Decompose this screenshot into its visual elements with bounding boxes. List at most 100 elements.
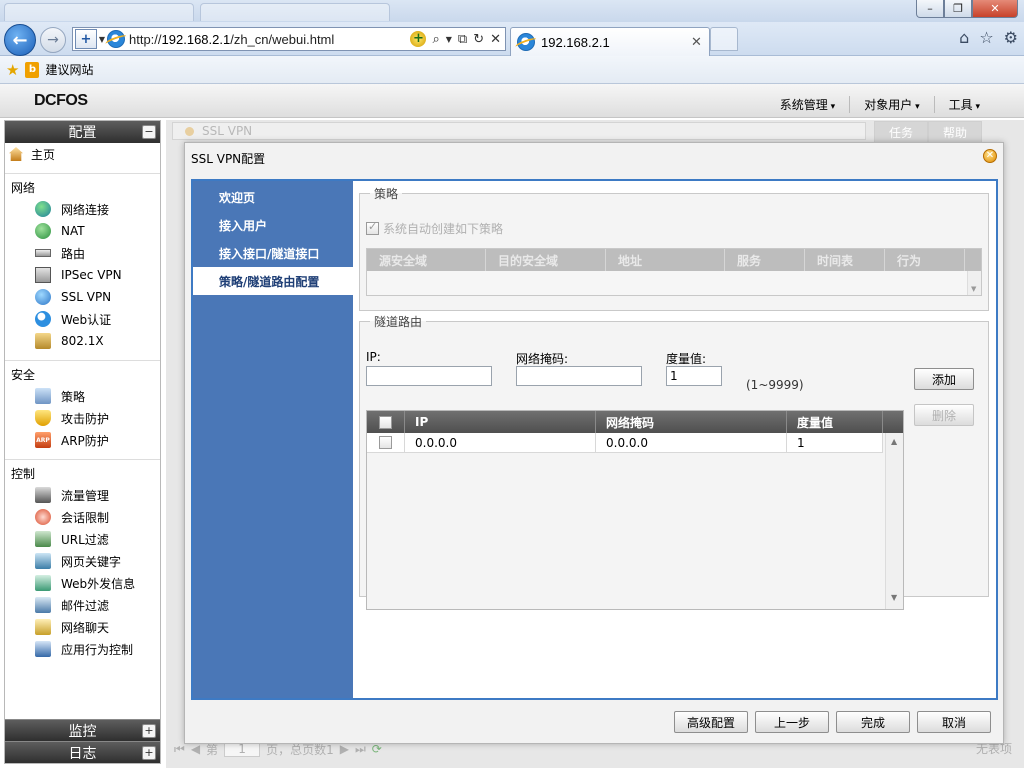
scroll-up-icon[interactable]: ▲	[891, 437, 897, 446]
sidebar-item[interactable]: 策略	[5, 385, 160, 407]
restore-button[interactable]: ❐	[944, 0, 972, 18]
sidebar-item[interactable]: Web认证	[5, 308, 160, 330]
refresh-icon[interactable]: ⟳	[372, 742, 382, 756]
sidebar-item[interactable]: 网络连接	[5, 198, 160, 220]
session-icon	[35, 509, 51, 525]
delete-route-button[interactable]: 删除	[914, 404, 974, 426]
policy-table-scrollbar[interactable]: ▼	[967, 271, 981, 295]
row-checkbox[interactable]	[379, 436, 392, 449]
settings-gear-icon[interactable]: ⚙	[1004, 28, 1018, 47]
monitor-panel-header[interactable]: 监控 +	[5, 719, 160, 741]
config-panel-header[interactable]: 配置 −	[5, 121, 160, 143]
log-panel-title: 日志	[68, 745, 97, 762]
tunnel-route-legend: 隧道路由	[374, 315, 423, 329]
traffic-icon	[35, 487, 51, 503]
route-table-scrollbar[interactable]: ▲ ▼	[885, 433, 903, 609]
wizard-step[interactable]: 欢迎页	[193, 183, 353, 211]
addon-icon[interactable]: +	[410, 31, 427, 47]
favorites-star-icon[interactable]: ☆	[979, 28, 993, 47]
row-select-cell	[367, 433, 405, 452]
prev-step-button[interactable]: 上一步	[755, 711, 829, 733]
finish-button[interactable]: 完成	[836, 711, 910, 733]
minimize-button[interactable]: –	[916, 0, 944, 18]
sidebar-item-label: 路由	[61, 246, 86, 261]
forward-icon[interactable]: →	[40, 27, 66, 53]
suggested-sites-link[interactable]: 建议网站	[45, 61, 93, 78]
auto-create-policy-label: 系统自动创建如下策略	[383, 222, 504, 236]
menu-object-users[interactable]: 对象用户	[849, 96, 933, 113]
sidebar-item-label: SSL VPN	[61, 290, 112, 304]
sidebar-section: 控制 流量管理 会话限制 URL过滤 网页关键字 Web外发信息 邮件过滤 网络聊天 应用行为控…	[5, 459, 160, 660]
ip-input[interactable]	[366, 366, 492, 386]
menu-system-admin[interactable]: 系统管理	[766, 96, 849, 113]
search-icon[interactable]: ⌕	[432, 32, 439, 47]
close-tab-icon[interactable]: ✕	[691, 35, 709, 50]
tab-tasks[interactable]: 任务	[874, 121, 929, 144]
prev-page-icon[interactable]: ◀	[191, 742, 200, 756]
tab-help[interactable]: 帮助	[928, 121, 983, 144]
address-bar[interactable]: + ▼ http://192.168.2.1/zh_cn/webui.html …	[72, 27, 506, 51]
expand-icon[interactable]: +	[142, 724, 156, 738]
close-icon[interactable]: ✕	[983, 149, 997, 163]
sidebar-item-label: 802.1X	[61, 334, 104, 348]
menu-tools[interactable]: 工具	[933, 96, 994, 113]
tunnel-route-group: 隧道路由 IP: 网络掩码: 度量值: (1~9999) 添加 删除 IP	[359, 313, 989, 610]
column-header-metric[interactable]: 度量值	[787, 411, 883, 433]
log-panel-header[interactable]: 日志 +	[5, 741, 160, 763]
sidebar-item[interactable]: Web外发信息	[5, 572, 160, 594]
wizard-step[interactable]: 策略/隧道路由配置	[193, 267, 353, 295]
add-route-button[interactable]: 添加	[914, 368, 974, 390]
column-header-netmask[interactable]: 网络掩码	[596, 411, 787, 433]
sidebar-item[interactable]: 邮件过滤	[5, 594, 160, 616]
next-page-icon[interactable]: ▶	[340, 742, 349, 756]
favorites-star-icon[interactable]: ★	[6, 61, 19, 79]
back-icon[interactable]: ←	[4, 24, 36, 56]
workspace-tab-ssl-vpn[interactable]: SSL VPN	[172, 122, 866, 140]
home-icon[interactable]: ⌂	[959, 28, 969, 47]
collapse-icon[interactable]: −	[142, 125, 156, 139]
ip-label: IP:	[366, 350, 381, 364]
compat-view-icon[interactable]: +	[75, 29, 97, 49]
sidebar-item[interactable]: 攻击防护	[5, 407, 160, 429]
sidebar-item-label: 会话限制	[61, 510, 110, 525]
close-window-button[interactable]: ✕	[972, 0, 1018, 18]
chevron-down-icon[interactable]: ▼	[446, 35, 452, 44]
netmask-input[interactable]	[516, 366, 642, 386]
sidebar-item[interactable]: 802.1X	[5, 330, 160, 352]
metric-input[interactable]	[666, 366, 722, 386]
scroll-down-icon[interactable]: ▼	[971, 285, 976, 293]
sidebar-item[interactable]: 应用行为控制	[5, 638, 160, 660]
sidebar-item[interactable]: IPSec VPN	[5, 264, 160, 286]
sidebar-item[interactable]: ARP ARP防护	[5, 429, 160, 451]
scroll-down-icon[interactable]: ▼	[891, 593, 897, 602]
wizard-step[interactable]: 接入用户	[193, 211, 353, 239]
wizard-step[interactable]: 接入接口/隧道接口	[193, 239, 353, 267]
sidebar-item[interactable]: 网页关键字	[5, 550, 160, 572]
sidebar-item-home[interactable]: 主页	[5, 143, 160, 165]
sidebar-item[interactable]: URL过滤	[5, 528, 160, 550]
sidebar-item[interactable]: 路由	[5, 242, 160, 264]
refresh-icon[interactable]: ↻	[473, 32, 484, 47]
expand-icon[interactable]: +	[142, 746, 156, 760]
select-all-checkbox[interactable]	[379, 415, 392, 429]
policy-table-header: 源安全域 目的安全域 地址 服务 时间表 行为	[367, 249, 981, 271]
url-text[interactable]: http://192.168.2.1/zh_cn/webui.html	[129, 32, 410, 47]
sidebar-item[interactable]: 网络聊天	[5, 616, 160, 638]
suggested-sites-icon[interactable]: b	[25, 61, 40, 78]
sidebar-item[interactable]: SSL VPN	[5, 286, 160, 308]
sidebar-item[interactable]: 会话限制	[5, 506, 160, 528]
auto-create-policy-checkbox[interactable]	[366, 220, 379, 235]
sidebar-item-label: Web认证	[61, 312, 112, 327]
cancel-button[interactable]: 取消	[917, 711, 991, 733]
new-tab-button[interactable]	[710, 27, 738, 51]
table-row[interactable]: 0.0.0.0 0.0.0.0 1	[367, 433, 883, 453]
sidebar-item[interactable]: NAT	[5, 220, 160, 242]
sidebar-item[interactable]: 流量管理	[5, 484, 160, 506]
web-auth-icon	[35, 311, 51, 327]
browser-tab-active[interactable]: 192.168.2.1 ✕	[510, 27, 710, 56]
advanced-config-button[interactable]: 高级配置	[674, 711, 748, 733]
stop-icon[interactable]: ✕	[490, 32, 501, 47]
compat-icon[interactable]: ⧉	[458, 32, 467, 47]
column-header-ip[interactable]: IP	[405, 411, 596, 433]
background-tab-ghost	[4, 3, 194, 21]
